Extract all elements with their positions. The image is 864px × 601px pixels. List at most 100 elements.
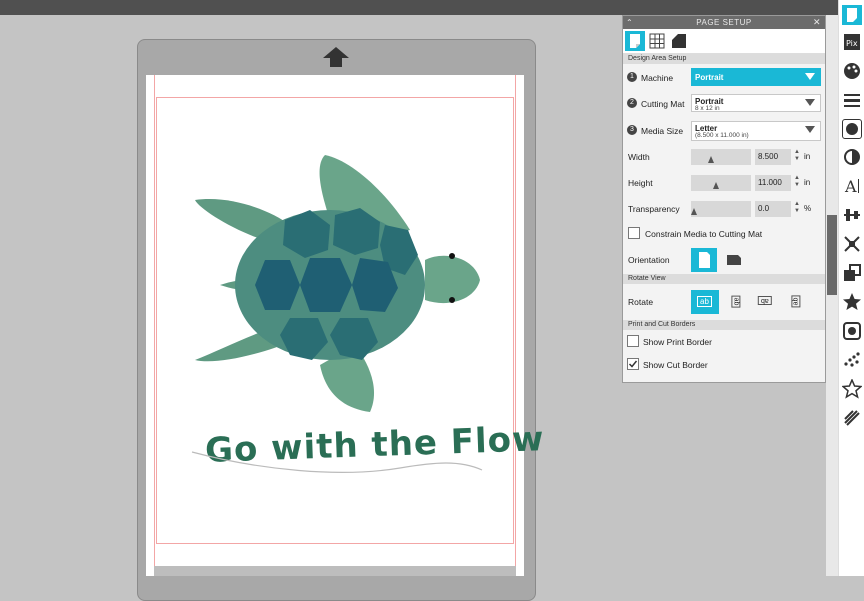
transparency-label: Transparency — [628, 204, 680, 214]
orientation-portrait-button[interactable] — [691, 248, 717, 272]
transparency-input[interactable]: 0.0 — [755, 201, 791, 217]
vertical-scrollbar[interactable] — [826, 15, 838, 576]
fill-tool[interactable] — [842, 61, 862, 81]
text-tool[interactable]: A — [842, 176, 862, 196]
replicate-tool[interactable] — [842, 263, 862, 283]
machine-label: Machine — [641, 73, 674, 83]
chevron-down-icon — [805, 73, 815, 80]
media-size-label: Media Size — [641, 126, 684, 136]
grid-icon — [649, 33, 665, 49]
show-print-border-checkbox[interactable] — [627, 335, 639, 347]
orientation-label: Orientation — [628, 255, 670, 265]
show-cut-border-label: Show Cut Border — [643, 360, 708, 370]
chevron-down-icon — [805, 126, 815, 133]
cut-border-right — [515, 75, 516, 576]
pixscan-icon: Pix — [844, 34, 860, 50]
scrollbar-thumb[interactable] — [827, 215, 837, 295]
width-spinner[interactable]: ▲ ▼ — [794, 149, 800, 163]
slider-thumb[interactable] — [691, 208, 697, 215]
page-setup-panel: ⌃ PAGE SETUP ✕ Design Area Setup 1 Machi… — [622, 15, 826, 383]
rotate-270-text: ab — [791, 295, 801, 308]
media-size-detail: (8.500 x 11.000 in) — [695, 132, 749, 139]
media-size-dropdown[interactable]: Letter (8.500 x 11.000 in) — [691, 121, 821, 141]
trace-tool[interactable] — [842, 321, 862, 341]
constrain-checkbox[interactable] — [628, 227, 640, 239]
bottom-ruler — [154, 566, 516, 576]
panel-tabs — [623, 29, 825, 54]
align-tool[interactable] — [842, 205, 862, 225]
rotate-180-button[interactable]: ab — [753, 290, 779, 314]
height-row: Height 11.000 ▲ ▼ in — [623, 170, 825, 196]
rotate-0-text: ab — [697, 296, 712, 307]
width-label: Width — [628, 152, 650, 162]
line-style-icon — [844, 94, 860, 107]
page-setup-tool[interactable] — [842, 5, 862, 25]
image-effects-tool[interactable] — [842, 119, 862, 139]
machine-row: 1 Machine Portrait — [623, 64, 825, 90]
show-print-border-row: Show Print Border — [623, 330, 825, 353]
media-size-row: 3 Media Size Letter (8.500 x 11.000 in) — [623, 116, 825, 144]
offset-tool[interactable] — [841, 378, 863, 399]
pixscan-tool[interactable]: Pix — [842, 32, 862, 52]
transparency-slider[interactable] — [691, 201, 751, 217]
tab-grid[interactable] — [647, 31, 667, 51]
page-setup-icon — [847, 8, 857, 22]
rotate-label: Rotate — [628, 297, 654, 307]
cutting-mat-detail: 8 x 12 in — [695, 105, 720, 112]
turtle-eye-top — [449, 253, 455, 259]
slider-thumb[interactable] — [708, 156, 714, 163]
cutting-mat-label: Cutting Mat — [641, 99, 685, 109]
width-input[interactable]: 8.500 — [755, 149, 791, 165]
sketch-icon — [844, 410, 860, 426]
close-icon[interactable]: ✕ — [813, 16, 821, 29]
slider-thumb[interactable] — [713, 182, 719, 189]
sketch-tool[interactable] — [842, 408, 862, 428]
cut-border-left — [154, 75, 155, 576]
rotate-90-button[interactable]: ab — [723, 290, 749, 314]
replicate-icon — [844, 264, 861, 281]
image-effects-icon — [846, 123, 858, 135]
height-unit: in — [804, 178, 811, 187]
rhinestone-tool[interactable] — [842, 350, 862, 370]
transform-tool[interactable] — [842, 234, 862, 254]
star-outline-icon — [841, 378, 863, 399]
page-icon — [630, 34, 640, 48]
height-spinner[interactable]: ▲ ▼ — [794, 175, 800, 189]
orientation-landscape-button[interactable] — [721, 248, 747, 272]
tab-background[interactable] — [669, 31, 689, 51]
turtle-eye-bottom — [449, 297, 455, 303]
background-icon — [672, 34, 686, 48]
line-style-tool[interactable] — [842, 90, 862, 110]
transparency-unit: % — [804, 204, 812, 213]
machine-value: Portrait — [695, 73, 724, 82]
show-cut-border-checkbox[interactable] — [627, 358, 639, 370]
cutting-mat-dropdown[interactable]: Portrait 8 x 12 in — [691, 94, 821, 112]
constrain-row: Constrain Media to Cutting Mat — [623, 222, 825, 246]
feed-direction-arrow-icon — [323, 47, 349, 67]
svg-text:Pix: Pix — [846, 39, 858, 48]
machine-dropdown[interactable]: Portrait — [691, 68, 821, 86]
contrast-icon — [844, 149, 860, 165]
section-design-area-setup: Design Area Setup — [623, 54, 825, 64]
palette-icon — [844, 63, 860, 79]
height-slider[interactable] — [691, 175, 751, 191]
collapse-icon[interactable]: ⌃ — [626, 16, 633, 29]
right-toolbar: Pix A — [838, 0, 864, 576]
section-print-cut-borders: Print and Cut Borders — [623, 320, 825, 330]
turtle-artwork[interactable] — [180, 150, 490, 420]
rotate-0-button[interactable]: ab — [691, 290, 719, 314]
rotate-270-button[interactable]: ab — [783, 290, 809, 314]
star-badge-icon — [843, 293, 861, 310]
top-bar — [0, 0, 864, 15]
width-unit: in — [804, 152, 811, 161]
panel-title: PAGE SETUP — [696, 18, 752, 27]
transform-icon — [844, 236, 860, 252]
section-rotate-view: Rotate View — [623, 274, 825, 284]
width-slider[interactable] — [691, 149, 751, 165]
contrast-tool[interactable] — [842, 147, 862, 167]
tab-page-setup[interactable] — [625, 31, 645, 51]
height-input[interactable]: 11.000 — [755, 175, 791, 191]
step-1-badge: 1 — [627, 72, 637, 82]
favorites-tool[interactable] — [842, 292, 862, 312]
transparency-spinner[interactable]: ▲ ▼ — [794, 201, 800, 215]
